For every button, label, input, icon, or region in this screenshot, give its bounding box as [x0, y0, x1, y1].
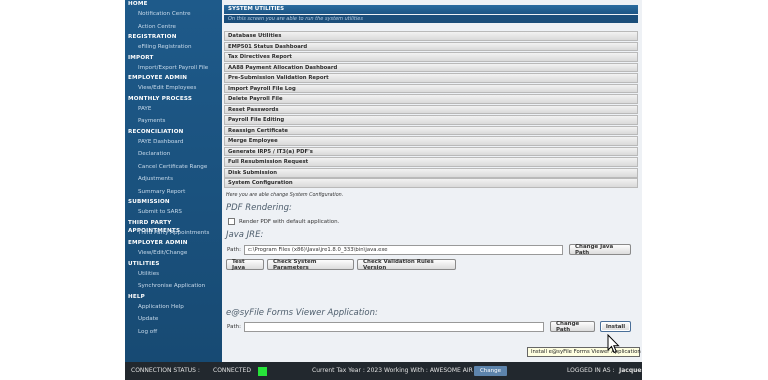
utility-system-configuration[interactable]: System Configuration	[224, 178, 638, 189]
sidebar-item-notification-centre[interactable]: Notification Centre	[125, 8, 222, 21]
utility-full-resubmission-request[interactable]: Full Resubmission Request	[224, 157, 638, 167]
utility-reassign-certificate[interactable]: Reassign Certificate	[224, 125, 638, 136]
utility-aa88-payment-allocation-dashboard[interactable]: AA88 Payment Allocation Dashboard	[224, 62, 638, 73]
utility-payroll-file-editing[interactable]: Payroll File Editing	[224, 115, 638, 125]
sidebar-item-synchronise-application[interactable]: Synchronise Application	[125, 280, 222, 293]
page-title: SYSTEM UTILITIES	[224, 5, 638, 14]
working-with-text: Working With : AWESOME AIR	[384, 367, 473, 374]
sidebar: HOME Notification Centre Action Centre REGI…	[125, 0, 222, 362]
java-path-input[interactable]: c:\Program Files (x86)\Java\jre1.8.0_333…	[244, 244, 563, 255]
app-window: HOME Notification Centre Action Centre REGI…	[125, 0, 642, 380]
test-java-button[interactable]: Test Java	[226, 259, 264, 271]
system-configuration-panel: Here you are able change System Configur…	[224, 193, 638, 333]
viewer-path-row: Path: Change Path Install	[224, 321, 638, 333]
change-employer-button[interactable]: Change	[474, 366, 507, 376]
sidebar-item-paye[interactable]: PAYE	[125, 103, 222, 116]
sidebar-section-employee-admin: EMPLOYEE ADMIN	[128, 75, 188, 81]
utility-tax-directives-report[interactable]: Tax Directives Report	[224, 52, 638, 62]
sidebar-section-third-party-appointments: THIRD PARTY APPOINTMENTS	[128, 219, 181, 234]
sidebar-section-reconciliation: RECONCILIATION	[128, 128, 184, 135]
utility-import-payroll-file-log[interactable]: Import Payroll File Log	[224, 83, 638, 94]
sidebar-item-summary-report[interactable]: Summary Report	[125, 186, 222, 199]
sidebar-item-update[interactable]: Update	[125, 313, 222, 326]
pdf-render-row: Render PDF with default application.	[224, 218, 638, 225]
connection-status-value: CONNECTED	[213, 367, 251, 374]
sidebar-section-help: HELP	[128, 293, 145, 300]
sidebar-item-cancel-certificate-range[interactable]: Cancel Certificate Range	[125, 161, 222, 174]
change-java-path-button[interactable]: Change Java Path	[569, 244, 631, 256]
pdf-rendering-title: PDF Rendering:	[226, 203, 292, 213]
sidebar-item-view-edit-change[interactable]: View/Edit/Change	[125, 247, 222, 260]
java-jre-title: Java JRE:	[226, 230, 264, 240]
forms-viewer-title: e@syFile Forms Viewer Application:	[226, 308, 378, 318]
config-note: Here you are able change System Configur…	[226, 193, 344, 198]
utility-emp501-status-dashboard[interactable]: EMP501 Status Dashboard	[224, 41, 638, 52]
sidebar-item-submit-to-sars[interactable]: Submit to SARS	[125, 206, 222, 219]
render-pdf-checkbox[interactable]	[228, 218, 235, 225]
change-path-button[interactable]: Change Path	[550, 321, 595, 333]
utility-reset-passwords[interactable]: Reset Passwords	[224, 104, 638, 115]
render-pdf-label: Render PDF with default application.	[239, 218, 340, 225]
sidebar-item-payments[interactable]: Payments	[125, 115, 222, 128]
utility-delete-payroll-file[interactable]: Delete Payroll File	[224, 94, 638, 104]
java-path-label: Path:	[227, 246, 241, 253]
viewer-path-input[interactable]	[244, 321, 544, 332]
sidebar-item-import-export-payroll-file[interactable]: Import/Export Payroll File	[125, 62, 222, 75]
sidebar-section-utilities: UTILITIES	[128, 260, 160, 267]
utility-disk-submission[interactable]: Disk Submission	[224, 167, 638, 178]
utility-generate-irp5-it3-a-pdf-s[interactable]: Generate IRP5 / IT3(a) PDF's	[224, 146, 638, 157]
main-panel: SYSTEM UTILITIES On this screen you are …	[222, 0, 642, 362]
java-actions-row: Test Java Check System Parameters Check …	[224, 259, 638, 271]
install-button[interactable]: Install	[600, 321, 631, 332]
page-subtitle: On this screen you are able to run the s…	[224, 15, 638, 23]
sidebar-section-registration: REGISTRATION	[128, 34, 177, 40]
viewer-path-label: Path:	[227, 323, 241, 330]
sidebar-item-declaration[interactable]: Declaration	[125, 148, 222, 161]
utility-pre-submission-validation-report[interactable]: Pre-Submission Validation Report	[224, 73, 638, 83]
status-bar: CONNECTION STATUS : CONNECTED Current Ta…	[125, 362, 642, 380]
sidebar-section-monthly-process: MONTHLY PROCESS	[128, 95, 193, 102]
sidebar-section-import: IMPORT	[128, 54, 154, 61]
sidebar-item-efiling-registration[interactable]: eFiling Registration	[125, 41, 222, 54]
sidebar-item-application-help[interactable]: Application Help	[125, 301, 222, 314]
utility-merge-employee[interactable]: Merge Employee	[224, 136, 638, 146]
sidebar-section-home: HOME	[128, 1, 148, 7]
connection-status-label: CONNECTION STATUS :	[131, 367, 200, 374]
logged-in-label: LOGGED IN AS :	[567, 367, 615, 374]
tax-year-text: Current Tax Year : 2023	[312, 367, 383, 374]
sidebar-item-action-centre[interactable]: Action Centre	[125, 21, 222, 34]
sidebar-item-view-edit-employees[interactable]: View/Edit Employees	[125, 82, 222, 95]
connection-indicator	[258, 367, 267, 376]
sidebar-item-paye-dashboard[interactable]: PAYE Dashboard	[125, 136, 222, 149]
sidebar-section-submission: SUBMISSION	[128, 199, 170, 205]
mouse-cursor-icon	[607, 334, 620, 354]
utility-list: Database Utilities EMP501 Status Dashboar…	[224, 31, 638, 189]
utility-database-utilities[interactable]: Database Utilities	[224, 31, 638, 41]
sidebar-item-utilities[interactable]: Utilities	[125, 268, 222, 281]
sidebar-item-adjustments[interactable]: Adjustments	[125, 173, 222, 186]
sidebar-section-employer-admin: EMPLOYER ADMIN	[128, 240, 188, 246]
sidebar-item-third-party-appointments[interactable]: Third Party Appointments	[125, 227, 222, 240]
java-path-row: Path: c:\Program Files (x86)\Java\jre1.8…	[224, 244, 638, 256]
sidebar-item-log-off[interactable]: Log off	[125, 326, 222, 339]
logged-in-user: Jacques	[619, 367, 642, 374]
check-system-parameters-button[interactable]: Check System Parameters	[267, 259, 354, 271]
install-tooltip: Install e@syFile Forms Viewer Applicatio…	[527, 347, 641, 357]
check-validation-rules-button[interactable]: Check Validation Rules Version	[357, 259, 456, 271]
